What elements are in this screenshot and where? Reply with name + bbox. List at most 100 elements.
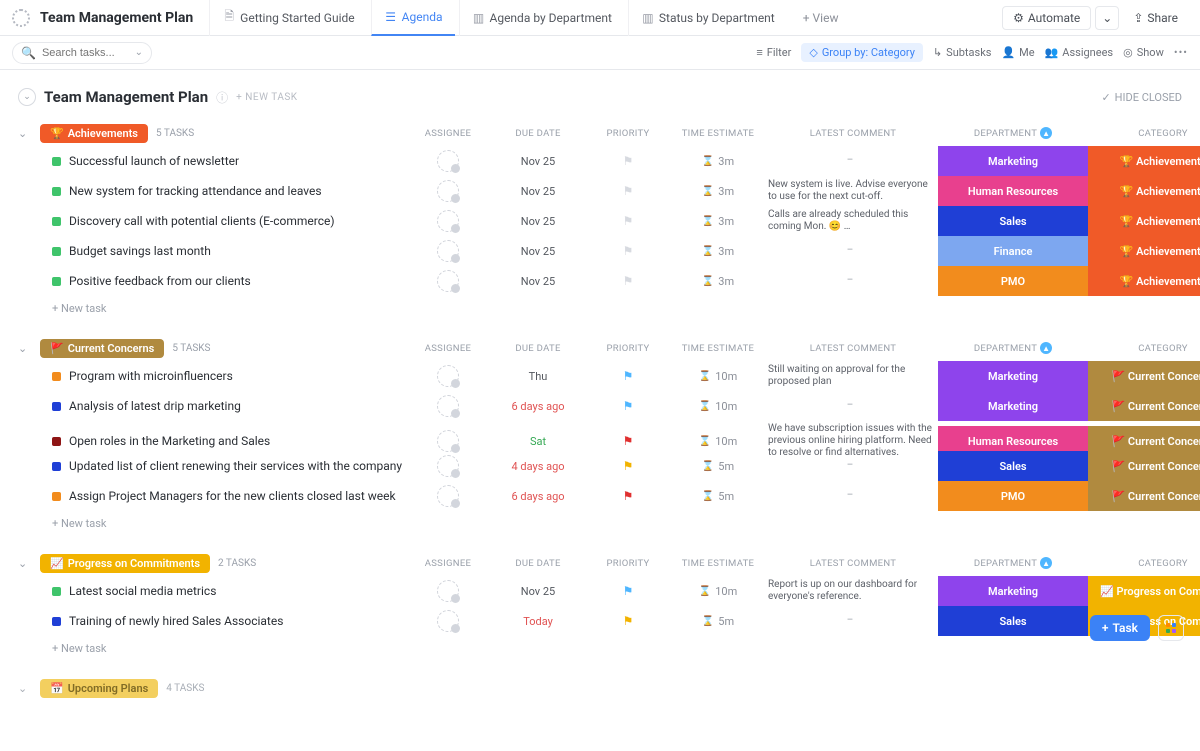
col-due[interactable]: DUE DATE	[488, 558, 588, 569]
category-cell[interactable]: 🚩 Current Concerns	[1088, 391, 1200, 421]
col-comment[interactable]: LATEST COMMENT	[768, 343, 938, 354]
category-cell[interactable]: 🚩 Current Concerns	[1088, 451, 1200, 481]
assignee-picker[interactable]	[437, 455, 459, 477]
department-cell[interactable]: Marketing	[938, 361, 1088, 391]
apps-fab[interactable]	[1158, 615, 1184, 641]
col-category[interactable]: CATEGORY	[1088, 558, 1200, 569]
search-box[interactable]: 🔍 ⌄	[12, 42, 152, 64]
assignee-picker[interactable]	[437, 395, 459, 417]
task-row[interactable]: Discovery call with potential clients (E…	[18, 206, 1182, 236]
task-row[interactable]: Assign Project Managers for the new clie…	[18, 481, 1182, 511]
status-square[interactable]	[52, 277, 61, 286]
group-chip[interactable]: 📈Progress on Commitments	[40, 554, 210, 573]
hide-closed-toggle[interactable]: ✓HIDE CLOSED	[1101, 91, 1182, 104]
time-estimate[interactable]: ⌛3m	[668, 245, 768, 258]
filter-button[interactable]: ≡Filter	[756, 46, 791, 59]
priority-flag-icon[interactable]: ⚑	[623, 434, 634, 448]
status-square[interactable]	[52, 187, 61, 196]
category-cell[interactable]: 🚩 Current Concerns	[1088, 361, 1200, 391]
due-date[interactable]: Nov 25	[488, 155, 588, 168]
col-assignee[interactable]: ASSIGNEE	[408, 558, 488, 569]
col-assignee[interactable]: ASSIGNEE	[408, 128, 488, 139]
group-toggle[interactable]: ⌄	[18, 557, 32, 570]
group-chip[interactable]: 🚩Current Concerns	[40, 339, 164, 358]
group-by-button[interactable]: ◇Group by: Category	[801, 43, 923, 62]
priority-flag-icon[interactable]: ⚑	[623, 244, 634, 258]
task-row[interactable]: Latest social media metricsNov 25⚑⌛10mRe…	[18, 576, 1182, 606]
department-cell[interactable]: Finance	[938, 236, 1088, 266]
department-cell[interactable]: Sales	[938, 206, 1088, 236]
category-cell[interactable]: 🏆 Achievements	[1088, 206, 1200, 236]
tab-agenda-by-department[interactable]: ▥ Agenda by Department	[459, 0, 624, 36]
status-square[interactable]	[52, 217, 61, 226]
col-due[interactable]: DUE DATE	[488, 128, 588, 139]
tab-getting-started[interactable]: 🗎 Getting Started Guide	[209, 0, 366, 36]
task-row[interactable]: Budget savings last monthNov 25⚑⌛3m–Fina…	[18, 236, 1182, 266]
assignee-picker[interactable]	[437, 365, 459, 387]
task-row[interactable]: New system for tracking attendance and l…	[18, 176, 1182, 206]
group-toggle[interactable]: ⌄	[18, 682, 32, 695]
assignee-picker[interactable]	[437, 485, 459, 507]
share-button[interactable]: ⇪ Share	[1123, 7, 1188, 29]
time-estimate[interactable]: ⌛3m	[668, 185, 768, 198]
col-category[interactable]: CATEGORY	[1088, 343, 1200, 354]
tab-status-by-department[interactable]: ▥ Status by Department	[628, 0, 787, 36]
assignee-picker[interactable]	[437, 430, 459, 452]
col-department[interactable]: DEPARTMENT ▲	[938, 342, 1088, 354]
col-priority[interactable]: PRIORITY	[588, 128, 668, 139]
priority-flag-icon[interactable]: ⚑	[623, 369, 634, 383]
assignee-picker[interactable]	[437, 580, 459, 602]
col-due[interactable]: DUE DATE	[488, 343, 588, 354]
task-row[interactable]: Analysis of latest drip marketing6 days …	[18, 391, 1182, 421]
group-chip[interactable]: 🏆Achievements	[40, 124, 148, 143]
task-row[interactable]: Training of newly hired Sales Associates…	[18, 606, 1182, 636]
department-cell[interactable]: Sales	[938, 451, 1088, 481]
assignee-picker[interactable]	[437, 180, 459, 202]
time-estimate[interactable]: ⌛5m	[668, 460, 768, 473]
status-square[interactable]	[52, 372, 61, 381]
department-cell[interactable]: Marketing	[938, 146, 1088, 176]
col-assignee[interactable]: ASSIGNEE	[408, 343, 488, 354]
status-square[interactable]	[52, 437, 61, 446]
col-department[interactable]: DEPARTMENT ▲	[938, 557, 1088, 569]
category-cell[interactable]: 🏆 Achievements	[1088, 266, 1200, 296]
subtasks-button[interactable]: ↳Subtasks	[933, 46, 992, 59]
time-estimate[interactable]: ⌛5m	[668, 615, 768, 628]
due-date[interactable]: Thu	[488, 370, 588, 383]
status-square[interactable]	[52, 462, 61, 471]
priority-flag-icon[interactable]: ⚑	[623, 459, 634, 473]
assignee-picker[interactable]	[437, 150, 459, 172]
department-cell[interactable]: Human Resources	[938, 176, 1088, 206]
time-estimate[interactable]: ⌛10m	[668, 585, 768, 598]
due-date[interactable]: Nov 25	[488, 185, 588, 198]
priority-flag-icon[interactable]: ⚑	[623, 184, 634, 198]
priority-flag-icon[interactable]: ⚑	[623, 154, 634, 168]
department-cell[interactable]: PMO	[938, 266, 1088, 296]
assignee-picker[interactable]	[437, 240, 459, 262]
priority-flag-icon[interactable]: ⚑	[623, 489, 634, 503]
col-estimate[interactable]: TIME ESTIMATE	[668, 343, 768, 354]
new-task-top[interactable]: + NEW TASK	[236, 92, 297, 103]
time-estimate[interactable]: ⌛10m	[668, 400, 768, 413]
assignee-picker[interactable]	[437, 610, 459, 632]
assignee-picker[interactable]	[437, 210, 459, 232]
more-menu[interactable]: •••	[1174, 46, 1188, 59]
priority-flag-icon[interactable]: ⚑	[623, 614, 634, 628]
category-cell[interactable]: 🏆 Achievements	[1088, 176, 1200, 206]
due-date[interactable]: 4 days ago	[488, 460, 588, 473]
group-toggle[interactable]: ⌄	[18, 127, 32, 140]
department-cell[interactable]: Sales	[938, 606, 1088, 636]
task-row[interactable]: Updated list of client renewing their se…	[18, 451, 1182, 481]
time-estimate[interactable]: ⌛5m	[668, 490, 768, 503]
time-estimate[interactable]: ⌛3m	[668, 275, 768, 288]
priority-flag-icon[interactable]: ⚑	[623, 274, 634, 288]
new-task-row[interactable]: + New task	[18, 296, 1182, 315]
group-toggle[interactable]: ⌄	[18, 342, 32, 355]
department-cell[interactable]: Marketing	[938, 576, 1088, 606]
due-date[interactable]: Nov 25	[488, 215, 588, 228]
category-cell[interactable]: 📈 Progress on Commit…	[1088, 576, 1200, 606]
department-cell[interactable]: PMO	[938, 481, 1088, 511]
status-square[interactable]	[52, 247, 61, 256]
group-chip-upcoming[interactable]: 📅Upcoming Plans	[40, 679, 158, 698]
task-row[interactable]: Successful launch of newsletterNov 25⚑⌛3…	[18, 146, 1182, 176]
